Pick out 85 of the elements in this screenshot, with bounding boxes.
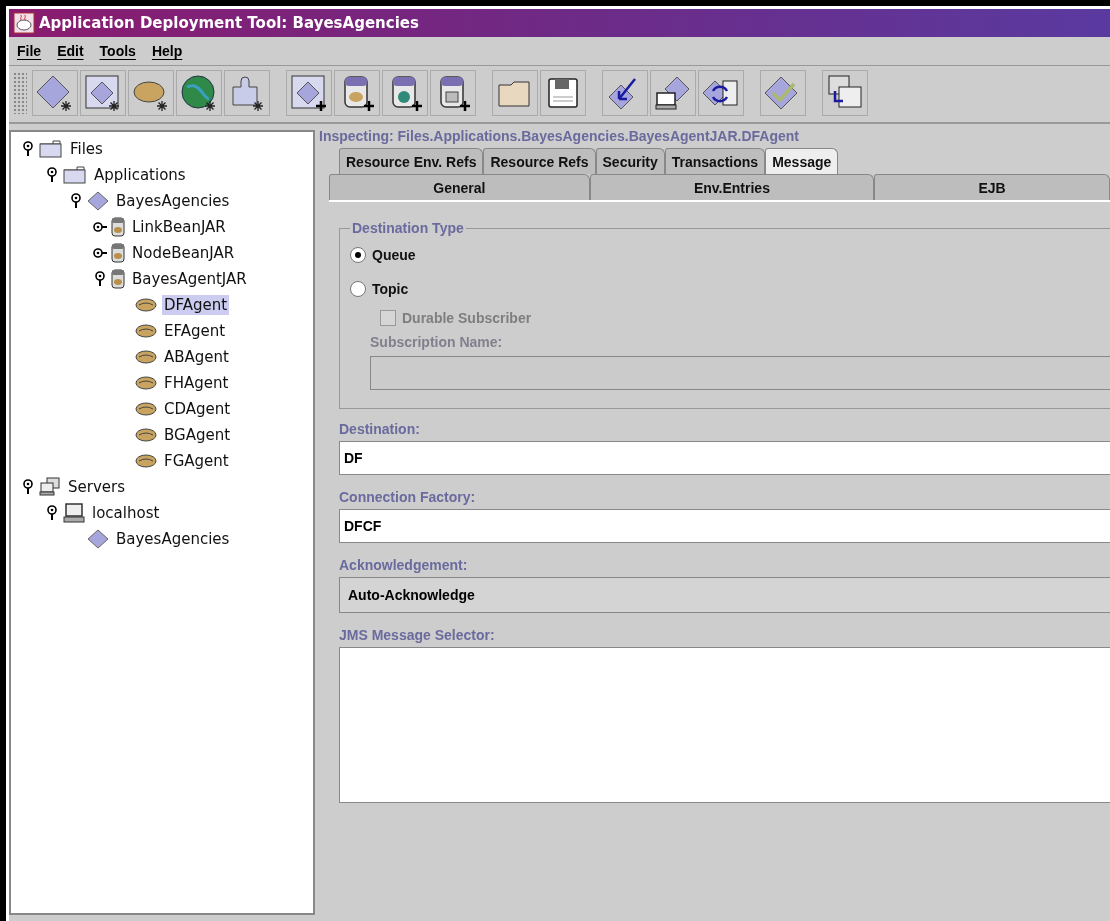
tree-item[interactable]: FGAgent: [162, 451, 231, 471]
tree-item[interactable]: BayesAgentJAR: [130, 269, 249, 289]
bean-icon: [135, 402, 157, 416]
menu-item[interactable]: Tools: [99, 43, 136, 59]
tree-item[interactable]: BGAgent: [162, 425, 233, 445]
tab[interactable]: Transactions: [664, 148, 766, 174]
toolbar-button[interactable]: [176, 70, 222, 116]
jar-icon: [111, 243, 125, 263]
toolbar-button[interactable]: [382, 70, 428, 116]
toolbar-button[interactable]: [540, 70, 586, 116]
computer-icon: [63, 503, 85, 523]
app-icon: [13, 12, 35, 34]
tree-item[interactable]: BayesAgencies: [114, 529, 232, 549]
menu-item[interactable]: Help: [151, 43, 183, 59]
jar-icon: [111, 269, 125, 289]
dropdown[interactable]: Auto-Acknowledge: [339, 577, 1110, 613]
tree-item[interactable]: NodeBeanJAR: [130, 243, 237, 263]
tab[interactable]: Message: [765, 148, 839, 174]
tab[interactable]: General: [329, 174, 590, 200]
field-label: Destination:: [339, 421, 421, 437]
servers-icon: [39, 477, 61, 497]
toolbar-button[interactable]: [602, 70, 648, 116]
toolbar-button[interactable]: [430, 70, 476, 116]
tab[interactable]: EJB: [874, 174, 1110, 200]
diamond-icon: [87, 529, 109, 549]
field-label: Connection Factory:: [339, 489, 477, 505]
window-title: Application Deployment Tool: BayesAgencies: [39, 14, 419, 32]
bean-icon: [135, 454, 157, 468]
input-field[interactable]: DF: [339, 441, 1110, 475]
expander-icon[interactable]: [21, 479, 35, 495]
tree-item[interactable]: DFAgent: [162, 295, 230, 315]
tree-item[interactable]: LinkBeanJAR: [130, 217, 228, 237]
toolbar-button[interactable]: [286, 70, 332, 116]
expander-icon[interactable]: [69, 193, 83, 209]
tab[interactable]: Env.Entries: [589, 174, 875, 200]
toolbar-grip[interactable]: [13, 72, 27, 114]
bean-icon: [135, 324, 157, 338]
toolbar-button[interactable]: [760, 70, 806, 116]
tree-item[interactable]: EFAgent: [162, 321, 228, 341]
field-label: JMS Message Selector:: [339, 627, 496, 643]
tree-item[interactable]: localhost: [90, 503, 162, 523]
tree-item[interactable]: Applications: [92, 165, 188, 185]
bean-icon: [135, 376, 157, 390]
expander-icon[interactable]: [21, 141, 35, 157]
checkbox-label: Durable Subscriber: [402, 310, 532, 326]
toolbar-button[interactable]: [32, 70, 78, 116]
folder-icon: [39, 140, 63, 158]
input-field[interactable]: DFCF: [339, 509, 1110, 543]
toolbar-button[interactable]: [650, 70, 696, 116]
tab[interactable]: Resource Env. Refs: [339, 148, 484, 174]
expander-icon[interactable]: [93, 245, 107, 261]
diamond-icon: [87, 191, 109, 211]
field-label: Acknowledgement:: [339, 557, 469, 573]
expander-icon[interactable]: [93, 271, 107, 287]
jar-icon: [111, 217, 125, 237]
toolbar-button[interactable]: [698, 70, 744, 116]
group-title: Destination Type: [351, 220, 465, 236]
toolbar-button[interactable]: [80, 70, 126, 116]
menu-item[interactable]: Edit: [57, 43, 84, 59]
diamond-window-icon: [289, 73, 329, 113]
radio-button[interactable]: [350, 281, 366, 297]
bean-icon: [135, 298, 157, 312]
expander-icon[interactable]: [45, 505, 59, 521]
tree-item[interactable]: Servers: [66, 477, 127, 497]
tab[interactable]: Resource Refs: [483, 148, 596, 174]
menu-item[interactable]: File: [17, 43, 42, 59]
radio-button[interactable]: [350, 247, 366, 263]
tree-item[interactable]: FHAgent: [162, 373, 231, 393]
expander-icon[interactable]: [93, 219, 107, 235]
radio-label: Queue: [372, 247, 416, 263]
tree-item[interactable]: CDAgent: [162, 399, 233, 419]
radio-label: Topic: [372, 281, 409, 297]
expander-icon[interactable]: [45, 167, 59, 183]
inspecting-path: Inspecting: Files.Applications.BayesAgencies.BayesAgentJAR.DFAgent: [319, 128, 800, 146]
field-label: Subscription Name:: [370, 334, 504, 350]
folder-icon: [63, 166, 87, 184]
bean-icon: [135, 350, 157, 364]
toolbar-button[interactable]: [128, 70, 174, 116]
toolbar-button[interactable]: [334, 70, 380, 116]
toolbar-button[interactable]: [822, 70, 868, 116]
tree-item[interactable]: Files: [68, 139, 105, 159]
tree-item[interactable]: BayesAgencies: [114, 191, 232, 211]
tab[interactable]: Security: [595, 148, 665, 174]
bean-icon: [135, 428, 157, 442]
tree-item[interactable]: ABAgent: [162, 347, 231, 367]
